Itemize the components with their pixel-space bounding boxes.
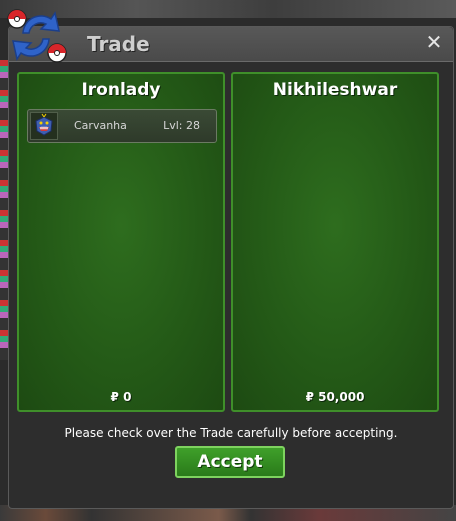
player-name: Ironlady: [81, 80, 161, 100]
money-offer: ₽ 0: [110, 390, 132, 404]
money-offer: ₽ 50,000: [305, 390, 365, 404]
trade-window: Trade ✕ Ironlady Carvanha Lvl: 28 ₽ 0 Ni…: [7, 9, 454, 509]
window-title: Trade: [87, 32, 150, 56]
item-level: Lvl: 28: [163, 119, 200, 132]
close-button[interactable]: ✕: [423, 31, 445, 53]
partner-name: Nikhileshwar: [272, 80, 398, 100]
trade-icon: [7, 9, 67, 63]
title-bar[interactable]: Trade ✕: [9, 27, 453, 62]
my-offer-panel: Ironlady Carvanha Lvl: 28 ₽ 0: [17, 72, 225, 412]
partner-offer-panel: Nikhileshwar ₽ 50,000: [231, 72, 439, 412]
carvanha-sprite-icon: [30, 112, 58, 140]
item-name: Carvanha: [74, 119, 127, 132]
trade-item-row[interactable]: Carvanha Lvl: 28: [27, 109, 217, 143]
game-background-left: [0, 60, 8, 360]
accept-button[interactable]: Accept: [175, 446, 285, 478]
trade-notice: Please check over the Trade carefully be…: [64, 426, 398, 440]
